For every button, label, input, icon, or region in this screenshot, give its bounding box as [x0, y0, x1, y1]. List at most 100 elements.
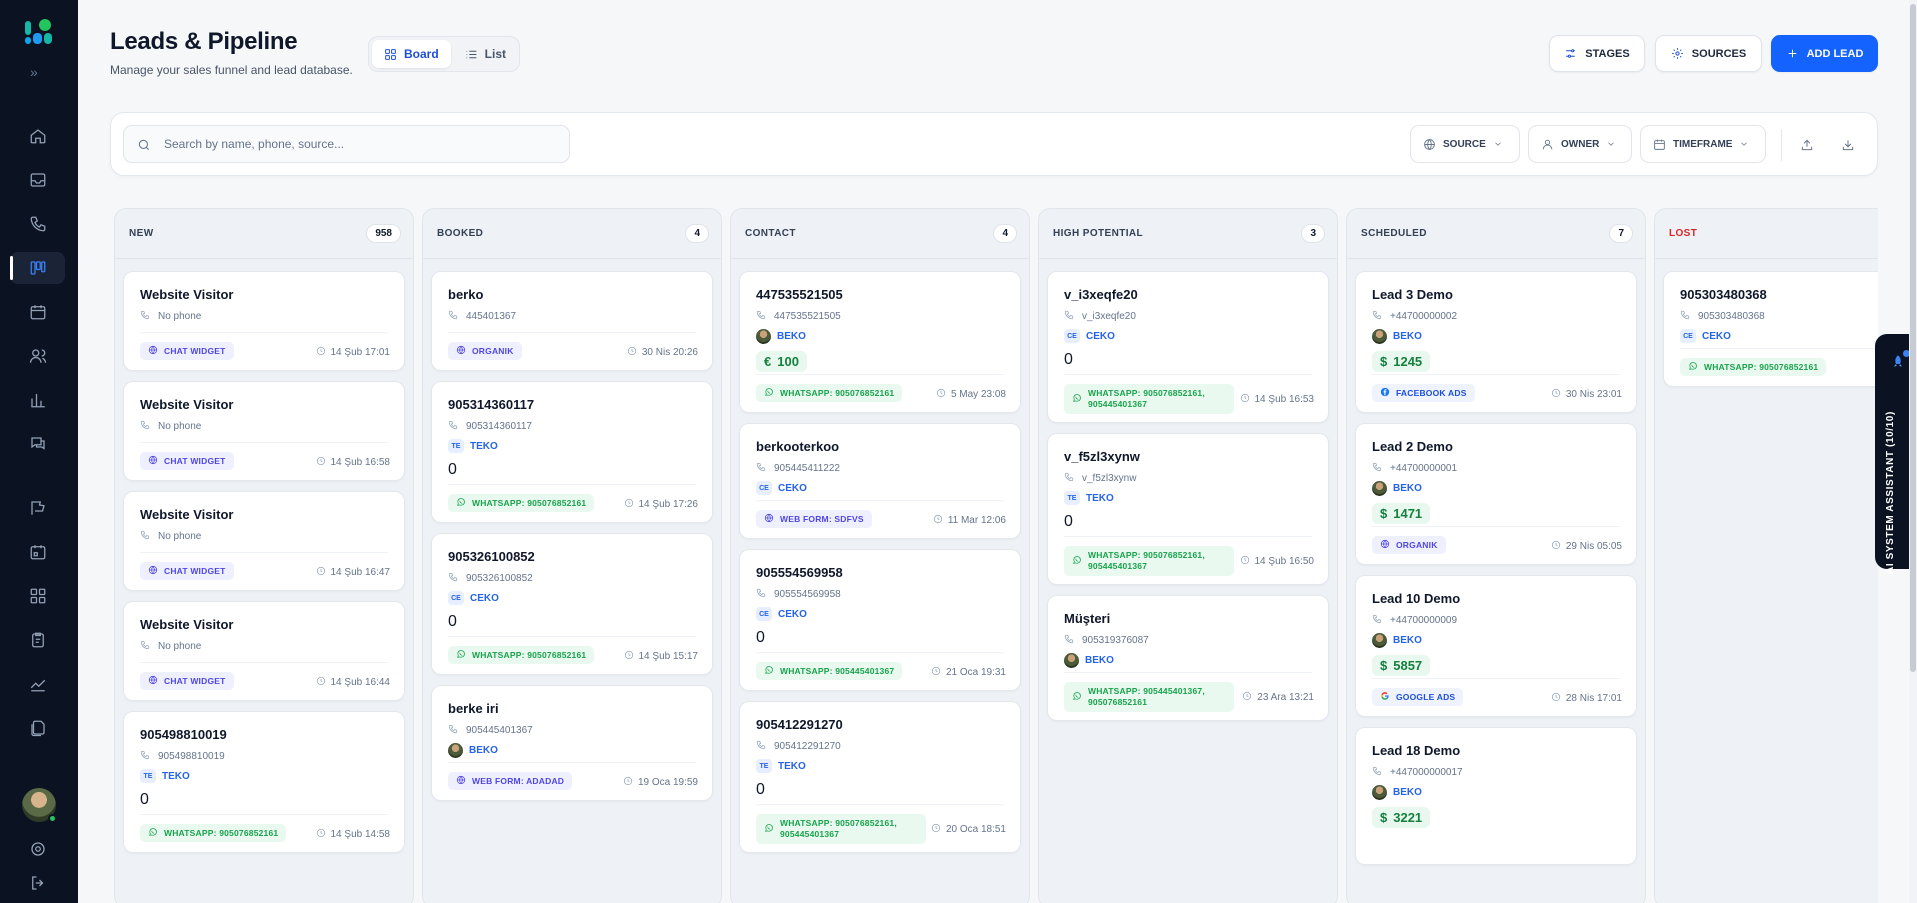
lead-card[interactable]: 905326100852 905326100852 CE CEKO 0 WHATSAPP:… [431, 533, 713, 675]
nav-inbox-icon[interactable] [27, 169, 49, 191]
lead-owner[interactable]: TE TEKO [1064, 491, 1114, 505]
nav-documents-icon[interactable] [27, 717, 49, 739]
column-count-badge: 958 [366, 224, 401, 243]
nav-messages-icon[interactable] [27, 433, 49, 455]
lead-card[interactable]: 905554569958 905554569958 CE CEKO 0 WHATSAPP:… [739, 549, 1021, 691]
lead-name: Lead 10 Demo [1372, 591, 1461, 606]
settings-gear-icon[interactable] [27, 838, 49, 860]
nav-tasks-icon[interactable] [27, 629, 49, 651]
lead-owner[interactable]: BEKO [448, 743, 498, 758]
lead-source-tag[interactable]: CHAT WIDGET [140, 452, 234, 470]
lead-card[interactable]: Website Visitor No phone CHAT WIDGET 14 Şub… [123, 271, 405, 371]
lead-card[interactable]: 905303480368 905303480368 CE CEKO WHATSAPP: … [1663, 271, 1878, 387]
lead-card[interactable]: Müşteri 905319376087 BEKO WHATSAPP: 9054454… [1047, 595, 1329, 721]
lead-owner[interactable]: BEKO [1064, 653, 1114, 668]
nav-trends-icon[interactable] [27, 673, 49, 695]
nav-calls-icon[interactable] [27, 213, 49, 235]
lead-source-tag[interactable]: WHATSAPP: 905445401367, 905076852161 [1064, 682, 1234, 712]
card-divider [1064, 672, 1312, 673]
lead-card[interactable]: berke iri 905445401367 BEKO WEB FORM: ADADA… [431, 685, 713, 801]
lead-card[interactable]: Lead 18 Demo +447000000017 BEKO $3221 [1355, 727, 1637, 865]
lead-card[interactable]: v_f5zl3xynw v_f5zl3xynw TE TEKO 0 WHATSAPP: 9… [1047, 433, 1329, 585]
nav-pipeline-icon[interactable] [27, 257, 49, 279]
stages-button[interactable]: STAGES [1549, 35, 1645, 72]
lead-owner[interactable]: TE TEKO [140, 769, 190, 783]
lead-card[interactable]: Website Visitor No phone CHAT WIDGET 14 Şub… [123, 491, 405, 591]
lead-card[interactable]: 447535521505 447535521505 BEKO €100 WHATSAPP… [739, 271, 1021, 413]
pipeline-column: BOOKED 4 berko 445401367 ORGANIK 30 Nis 20:26… [422, 208, 722, 903]
lead-card[interactable]: 905314360117 905314360117 TE TEKO 0 WHATSAPP:… [431, 381, 713, 523]
nav-home-icon[interactable] [27, 125, 49, 147]
lead-date-text: 14 Şub 17:01 [330, 347, 391, 358]
lead-card[interactable]: Lead 2 Demo +44700000001 BEKO $1471 ORGANIK 2… [1355, 423, 1637, 565]
lead-source-tag[interactable]: ORGANIK [1372, 536, 1446, 554]
lead-owner[interactable]: BEKO [1372, 329, 1422, 344]
lead-amount: $1471 [1372, 503, 1431, 524]
nav-apps-icon[interactable] [27, 585, 49, 607]
lead-value: 0 [1064, 351, 1073, 368]
lead-card[interactable]: berko 445401367 ORGANIK 30 Nis 20:26 [431, 271, 713, 371]
lead-source-tag[interactable]: CHAT WIDGET [140, 562, 234, 580]
import-button[interactable] [1795, 133, 1819, 157]
lead-owner[interactable]: CE CEKO [756, 607, 807, 621]
export-button[interactable] [1836, 133, 1860, 157]
logout-icon[interactable] [27, 872, 49, 894]
owner-filter[interactable]: OWNER [1528, 125, 1632, 163]
lead-source-tag[interactable]: WHATSAPP: 905076852161, 905445401367 [1064, 384, 1234, 414]
lead-card[interactable]: Lead 10 Demo +44700000009 BEKO $5857 GOOGLE … [1355, 575, 1637, 717]
lead-source-tag[interactable]: GOOGLE ADS [1372, 688, 1464, 706]
nav-calendar-icon[interactable] [27, 301, 49, 323]
lead-source-tag[interactable]: WHATSAPP: 905076852161, 905445401367 [1064, 546, 1234, 576]
lead-owner[interactable]: BEKO [756, 329, 806, 344]
lead-source-tag[interactable]: WHATSAPP: 905076852161 [1680, 358, 1827, 376]
lead-owner[interactable]: CE CEKO [1064, 329, 1115, 343]
card-divider [756, 652, 1004, 653]
globe-icon [1380, 539, 1390, 551]
timeframe-filter[interactable]: TIMEFRAME [1640, 125, 1766, 163]
lead-card[interactable]: berkooterkoo 905445411222 CE CEKO WEB FORM: … [739, 423, 1021, 539]
page-scrollbar[interactable] [1909, 0, 1917, 903]
lead-source-tag[interactable]: WHATSAPP: 905076852161 [140, 824, 287, 842]
lead-phone: 905412291270 [756, 740, 841, 753]
lead-owner[interactable]: BEKO [1372, 481, 1422, 496]
lead-source-tag[interactable]: WHATSAPP: 905445401367 [756, 662, 903, 680]
add-lead-button[interactable]: ADD LEAD [1771, 35, 1878, 72]
lead-owner[interactable]: BEKO [1372, 633, 1422, 648]
lead-card[interactable]: 905412291270 905412291270 TE TEKO 0 WHATSAPP:… [739, 701, 1021, 853]
lead-source-tag[interactable]: ORGANIK [448, 342, 522, 360]
stages-label: STAGES [1585, 47, 1630, 60]
lead-owner[interactable]: CE CEKO [1680, 329, 1731, 343]
lead-card[interactable]: 905498810019 905498810019 TE TEKO 0 WHATSAPP:… [123, 711, 405, 853]
lead-source-tag[interactable]: WEB FORM: ADADAD [448, 772, 573, 790]
lead-source-tag[interactable]: FACEBOOK ADS [1372, 384, 1475, 402]
lead-source-tag[interactable]: WHATSAPP: 905076852161 [448, 646, 595, 664]
lead-owner[interactable]: CE CEKO [756, 481, 807, 495]
nav-campaigns-icon[interactable] [27, 497, 49, 519]
lead-source-tag[interactable]: WHATSAPP: 905076852161, 905445401367 [756, 814, 926, 844]
lead-owner[interactable]: TE TEKO [756, 759, 806, 773]
scrollbar-thumb[interactable] [1910, 4, 1916, 672]
lead-source-tag[interactable]: WEB FORM: SDFVS [756, 510, 872, 528]
amount-value: 3221 [1393, 810, 1423, 825]
view-board-button[interactable]: Board [372, 40, 451, 68]
lead-owner[interactable]: TE TEKO [448, 439, 498, 453]
app-logo-icon[interactable] [24, 18, 54, 46]
lead-card[interactable]: v_i3xeqfe20 v_i3xeqfe20 CE CEKO 0 WHATSAPP: 9… [1047, 271, 1329, 423]
sources-button[interactable]: SOURCES [1655, 35, 1762, 72]
lead-card[interactable]: Lead 3 Demo +44700000002 BEKO $1245 FACEBOOK… [1355, 271, 1637, 413]
nav-analytics-icon[interactable] [27, 389, 49, 411]
source-filter[interactable]: SOURCE [1410, 125, 1520, 163]
lead-card[interactable]: Website Visitor No phone CHAT WIDGET 14 Şub… [123, 601, 405, 701]
lead-owner[interactable]: BEKO [1372, 785, 1422, 800]
lead-source-tag[interactable]: WHATSAPP: 905076852161 [448, 494, 595, 512]
view-list-button[interactable]: List [453, 40, 518, 68]
lead-card[interactable]: Website Visitor No phone CHAT WIDGET 14 Şub… [123, 381, 405, 481]
nav-schedule-icon[interactable] [27, 541, 49, 563]
lead-source-tag[interactable]: WHATSAPP: 905076852161 [756, 384, 903, 402]
search-input[interactable] [164, 126, 564, 162]
nav-contacts-icon[interactable] [27, 345, 49, 367]
lead-owner[interactable]: CE CEKO [448, 591, 499, 605]
expand-sidebar-icon[interactable]: » [30, 64, 38, 80]
lead-source-tag[interactable]: CHAT WIDGET [140, 342, 234, 360]
lead-source-tag[interactable]: CHAT WIDGET [140, 672, 234, 690]
